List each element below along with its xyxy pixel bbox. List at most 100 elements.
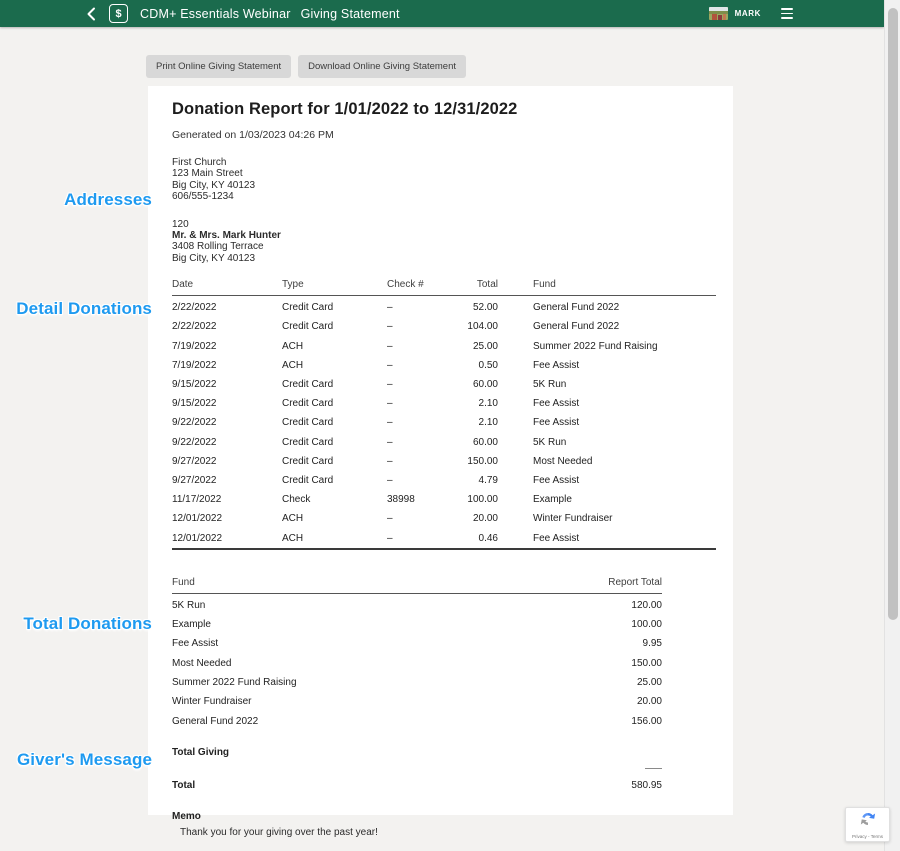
- table-cell: –: [387, 452, 455, 471]
- table-cell: 20.00: [514, 692, 662, 711]
- table-cell: Example: [498, 490, 716, 509]
- memo-text: Thank you for your giving over the past …: [180, 827, 716, 838]
- table-cell: 150.00: [514, 654, 662, 673]
- column-header: Total: [455, 279, 498, 296]
- table-cell: Credit Card: [282, 471, 387, 490]
- table-cell: Credit Card: [282, 375, 387, 394]
- table-cell: Credit Card: [282, 394, 387, 413]
- total-value: 580.95: [631, 780, 662, 791]
- table-cell: General Fund 2022: [498, 317, 716, 336]
- annotation-addresses: Addresses: [0, 190, 152, 210]
- table-cell: Winter Fundraiser: [498, 509, 716, 528]
- user-avatar[interactable]: [709, 7, 728, 20]
- table-cell: 12/01/2022: [172, 528, 282, 548]
- table-cell: 20.00: [455, 509, 498, 528]
- column-header: Type: [282, 279, 387, 296]
- table-cell: ACH: [282, 528, 387, 548]
- church-address: First Church 123 Main Street Big City, K…: [172, 157, 716, 203]
- recaptcha-badge[interactable]: Privacy - Terms: [845, 807, 890, 842]
- table-cell: Credit Card: [282, 296, 387, 318]
- table-row: Winter Fundraiser20.00: [172, 692, 662, 711]
- table-cell: Fee Assist: [498, 356, 716, 375]
- table-cell: –: [387, 296, 455, 318]
- back-icon[interactable]: [86, 7, 96, 21]
- table-cell: 2/22/2022: [172, 317, 282, 336]
- table-cell: Credit Card: [282, 432, 387, 451]
- giver-street: 3408 Rolling Terrace: [172, 241, 716, 252]
- table-row: Fee Assist9.95: [172, 634, 662, 653]
- total-label: Total: [172, 780, 195, 791]
- table-row: 2/22/2022Credit Card–52.00General Fund 2…: [172, 296, 716, 318]
- table-cell: 9/15/2022: [172, 394, 282, 413]
- table-row: 9/15/2022Credit Card–60.005K Run: [172, 375, 716, 394]
- table-cell: –: [387, 509, 455, 528]
- table-row: 9/22/2022Credit Card–60.005K Run: [172, 432, 716, 451]
- table-cell: Winter Fundraiser: [172, 692, 514, 711]
- table-cell: 150.00: [455, 452, 498, 471]
- church-street: 123 Main Street: [172, 168, 716, 179]
- table-cell: Summer 2022 Fund Raising: [498, 337, 716, 356]
- download-statement-button[interactable]: Download Online Giving Statement: [298, 55, 466, 78]
- table-cell: Fee Assist: [172, 634, 514, 653]
- column-header: Fund: [498, 279, 716, 296]
- scrollbar-thumb[interactable]: [888, 8, 898, 620]
- header-right-cluster: MARK: [709, 5, 794, 21]
- table-cell: 104.00: [455, 317, 498, 336]
- table-cell: 9/27/2022: [172, 471, 282, 490]
- table-cell: 4.79: [455, 471, 498, 490]
- table-cell: Credit Card: [282, 413, 387, 432]
- table-cell: 25.00: [455, 337, 498, 356]
- table-cell: –: [387, 375, 455, 394]
- table-cell: Most Needed: [172, 654, 514, 673]
- table-row: 9/22/2022Credit Card–2.10Fee Assist: [172, 413, 716, 432]
- table-cell: 156.00: [514, 712, 662, 731]
- hamburger-menu-icon[interactable]: [780, 5, 794, 21]
- fund-summary-table: FundReport Total 5K Run120.00Example100.…: [172, 577, 662, 731]
- table-cell: 9/15/2022: [172, 375, 282, 394]
- table-cell: 52.00: [455, 296, 498, 318]
- table-row: 7/19/2022ACH–0.50Fee Assist: [172, 356, 716, 375]
- total-row: Total 580.95: [172, 780, 662, 791]
- annotation-total-donations: Total Donations: [0, 614, 152, 634]
- table-row: 12/01/2022ACH–0.46Fee Assist: [172, 528, 716, 548]
- table-cell: 0.46: [455, 528, 498, 548]
- total-rule: [172, 768, 662, 769]
- giver-city: Big City, KY 40123: [172, 253, 716, 264]
- table-cell: 25.00: [514, 673, 662, 692]
- table-cell: 5K Run: [498, 432, 716, 451]
- annotation-detail-donations: Detail Donations: [0, 299, 152, 319]
- report-title: Donation Report for 1/01/2022 to 12/31/2…: [172, 100, 716, 119]
- table-cell: Summer 2022 Fund Raising: [172, 673, 514, 692]
- table-cell: Check: [282, 490, 387, 509]
- table-cell: –: [387, 394, 455, 413]
- page-scrollbar[interactable]: [884, 0, 900, 851]
- column-header: Date: [172, 279, 282, 296]
- print-statement-button[interactable]: Print Online Giving Statement: [146, 55, 291, 78]
- table-row: 5K Run120.00: [172, 593, 662, 615]
- table-cell: –: [387, 471, 455, 490]
- detail-donations-table: DateTypeCheck #TotalFund 2/22/2022Credit…: [172, 279, 716, 549]
- table-cell: –: [387, 337, 455, 356]
- table-cell: Example: [172, 615, 514, 634]
- total-giving-label: Total Giving: [172, 747, 716, 758]
- table-cell: ACH: [282, 356, 387, 375]
- table-cell: Fee Assist: [498, 471, 716, 490]
- header-titles: CDM+ Essentials Webinar Giving Statement: [140, 7, 400, 21]
- table-cell: –: [387, 432, 455, 451]
- table-cell: 9/22/2022: [172, 432, 282, 451]
- statement-toolbar: Print Online Giving Statement Download O…: [146, 55, 466, 78]
- table-cell: Most Needed: [498, 452, 716, 471]
- user-name-label[interactable]: MARK: [735, 9, 761, 18]
- church-city: Big City, KY 40123: [172, 180, 716, 191]
- table-cell: 9/22/2022: [172, 413, 282, 432]
- detail-table-header-row: DateTypeCheck #TotalFund: [172, 279, 716, 296]
- recaptcha-privacy-terms-link[interactable]: Privacy - Terms: [852, 834, 883, 839]
- table-cell: ACH: [282, 337, 387, 356]
- table-cell: General Fund 2022: [498, 296, 716, 318]
- church-phone: 606/555-1234: [172, 191, 716, 202]
- table-row: 9/27/2022Credit Card–4.79Fee Assist: [172, 471, 716, 490]
- table-cell: 2.10: [455, 394, 498, 413]
- table-cell: 2.10: [455, 413, 498, 432]
- table-cell: ACH: [282, 509, 387, 528]
- dollar-app-icon[interactable]: $: [109, 4, 128, 23]
